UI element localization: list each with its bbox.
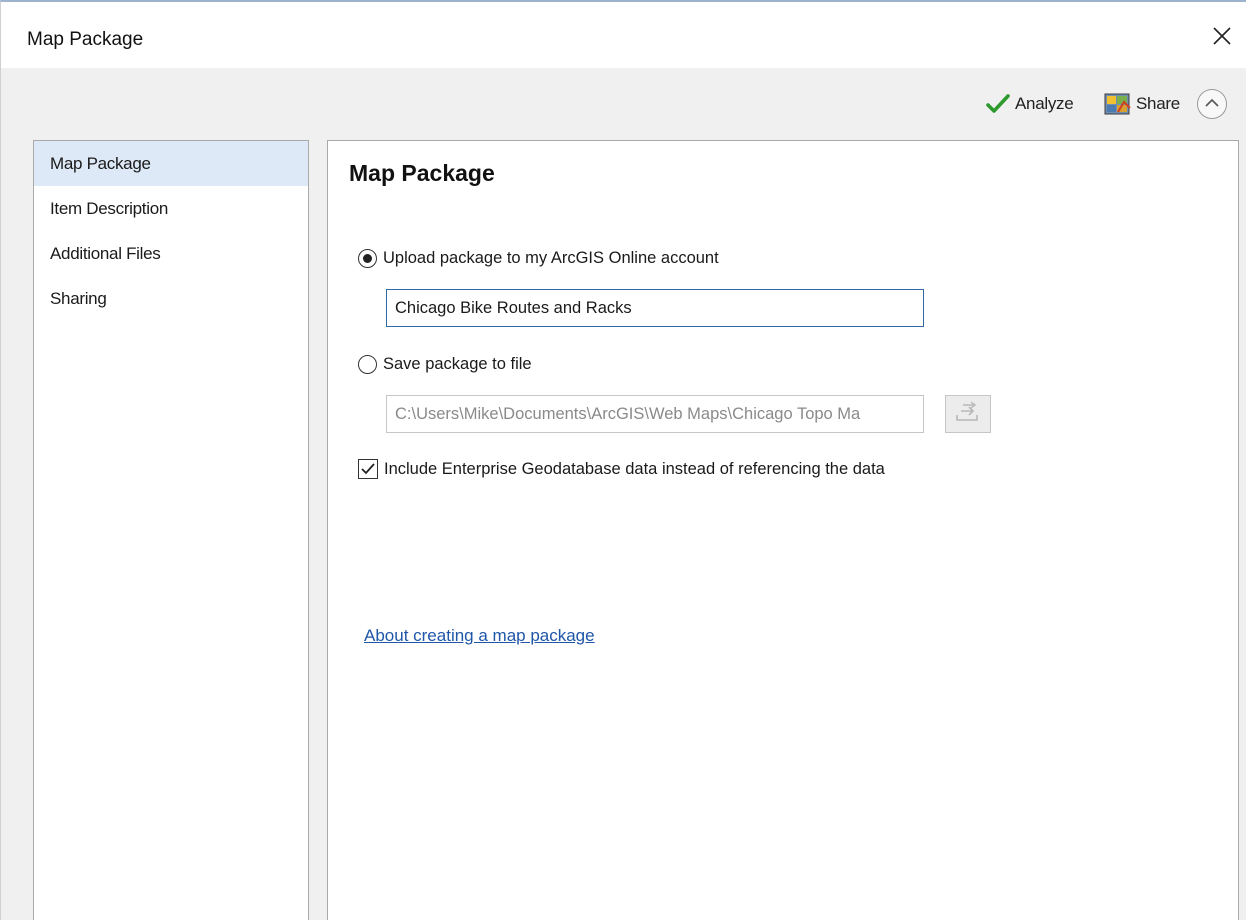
share-button[interactable]: Share	[1104, 90, 1180, 118]
sidebar-item-map-package[interactable]: Map Package	[34, 141, 308, 186]
analyze-label: Analyze	[1015, 94, 1074, 113]
include-enterprise-checkbox-row[interactable]: Include Enterprise Geodatabase data inst…	[358, 459, 885, 479]
include-enterprise-checkbox[interactable]	[358, 459, 378, 479]
toolbar: Analyze Share	[1, 68, 1246, 140]
about-map-package-link[interactable]: About creating a map package	[364, 626, 595, 646]
radio-button-selected[interactable]	[358, 249, 377, 268]
collapse-button[interactable]	[1197, 89, 1227, 119]
upload-option-label: Upload package to my ArcGIS Online accou…	[383, 249, 719, 267]
browse-button[interactable]	[945, 395, 991, 433]
sidebar: Map Package Item Description Additional …	[33, 140, 309, 920]
close-button[interactable]	[1206, 22, 1238, 54]
file-path-input[interactable]	[386, 395, 924, 433]
share-label: Share	[1136, 94, 1180, 113]
package-name-input[interactable]	[386, 289, 924, 327]
save-option-label: Save package to file	[383, 355, 532, 373]
sidebar-item-item-description[interactable]: Item Description	[34, 186, 308, 231]
content-panel: Map Package Upload package to my ArcGIS …	[327, 140, 1239, 920]
chevron-up-icon	[1205, 95, 1219, 113]
page-title: Map Package	[349, 160, 495, 186]
browse-folder-icon	[955, 400, 981, 428]
share-icon	[1104, 92, 1132, 116]
sidebar-item-additional-files[interactable]: Additional Files	[34, 231, 308, 276]
analyze-button[interactable]: Analyze	[985, 90, 1074, 118]
map-package-dialog: Map Package Analyze Share Map Package It…	[0, 0, 1246, 920]
include-enterprise-label: Include Enterprise Geodatabase data inst…	[384, 459, 885, 478]
title-bar: Map Package	[1, 2, 1246, 68]
upload-option-radio[interactable]: Upload package to my ArcGIS Online accou…	[358, 249, 719, 268]
save-option-radio[interactable]: Save package to file	[358, 355, 532, 374]
close-icon	[1212, 26, 1232, 51]
radio-button[interactable]	[358, 355, 377, 374]
sidebar-item-sharing[interactable]: Sharing	[34, 276, 308, 321]
window-title: Map Package	[27, 29, 144, 50]
checkmark-icon	[985, 92, 1011, 116]
